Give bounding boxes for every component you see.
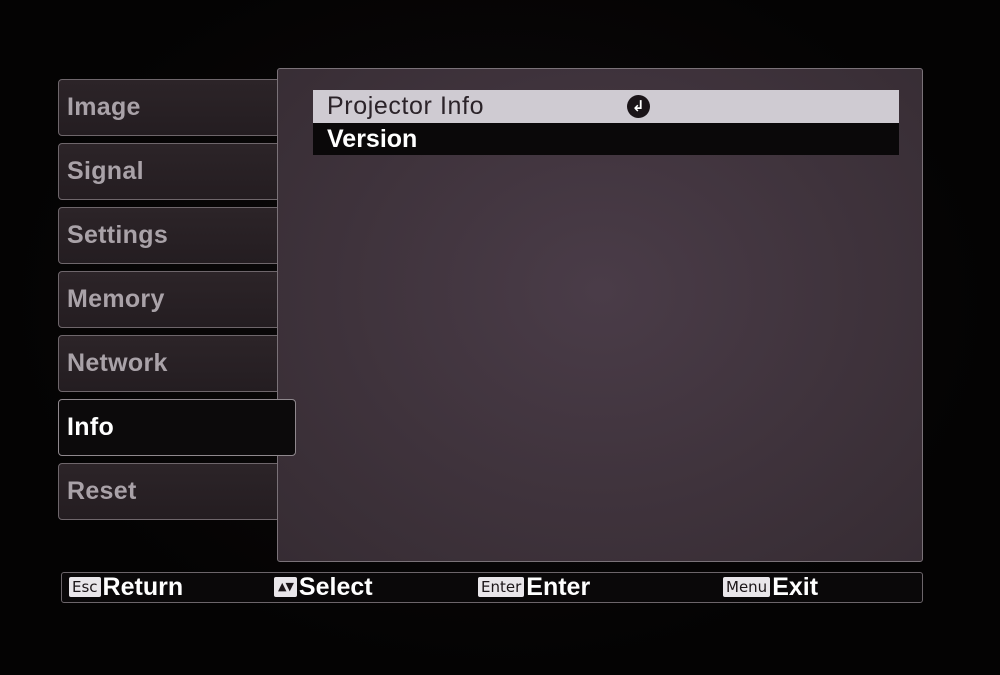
tab-label: Signal bbox=[67, 157, 144, 185]
up-down-arrows-icon: ▲▼ bbox=[274, 577, 297, 597]
tab-image[interactable]: Image bbox=[58, 79, 290, 136]
menu-item-projector-info[interactable]: Projector Info ↲ bbox=[313, 90, 899, 123]
tab-reset[interactable]: Reset bbox=[58, 463, 290, 520]
menu-key-icon: Menu bbox=[723, 577, 771, 597]
help-enter: Enter Enter bbox=[478, 573, 590, 601]
tab-label: Memory bbox=[67, 285, 165, 313]
tab-label: Reset bbox=[67, 477, 137, 505]
tab-memory[interactable]: Memory bbox=[58, 271, 290, 328]
enter-key-icon: Enter bbox=[478, 577, 525, 597]
tab-network[interactable]: Network bbox=[58, 335, 290, 392]
menu-item-label: Version bbox=[327, 125, 418, 153]
esc-key-icon: Esc bbox=[69, 577, 101, 597]
help-bar: Esc Return ▲▼ Select Enter Enter Menu Ex… bbox=[61, 572, 923, 603]
help-return-label: Return bbox=[102, 572, 184, 601]
menu-item-label: Projector Info bbox=[327, 92, 485, 120]
help-select-label: Select bbox=[298, 572, 373, 601]
tab-label: Settings bbox=[67, 221, 169, 249]
tab-info[interactable]: Info bbox=[58, 399, 296, 456]
help-select: ▲▼ Select bbox=[274, 573, 373, 601]
menu-item-version[interactable]: Version bbox=[313, 123, 899, 155]
info-panel: Projector Info ↲ Version bbox=[277, 68, 923, 562]
help-return: Esc Return bbox=[69, 573, 183, 601]
projector-screen: Image Signal Settings Memory Network Inf… bbox=[0, 0, 1000, 675]
tab-label: Info bbox=[67, 413, 115, 441]
tab-settings[interactable]: Settings bbox=[58, 207, 290, 264]
enter-return-icon: ↲ bbox=[627, 95, 650, 118]
help-enter-label: Enter bbox=[526, 572, 591, 601]
help-exit: Menu Exit bbox=[723, 573, 818, 601]
help-exit-label: Exit bbox=[772, 572, 819, 601]
tab-signal[interactable]: Signal bbox=[58, 143, 290, 200]
tab-label: Network bbox=[67, 349, 168, 377]
tab-label: Image bbox=[67, 93, 141, 121]
